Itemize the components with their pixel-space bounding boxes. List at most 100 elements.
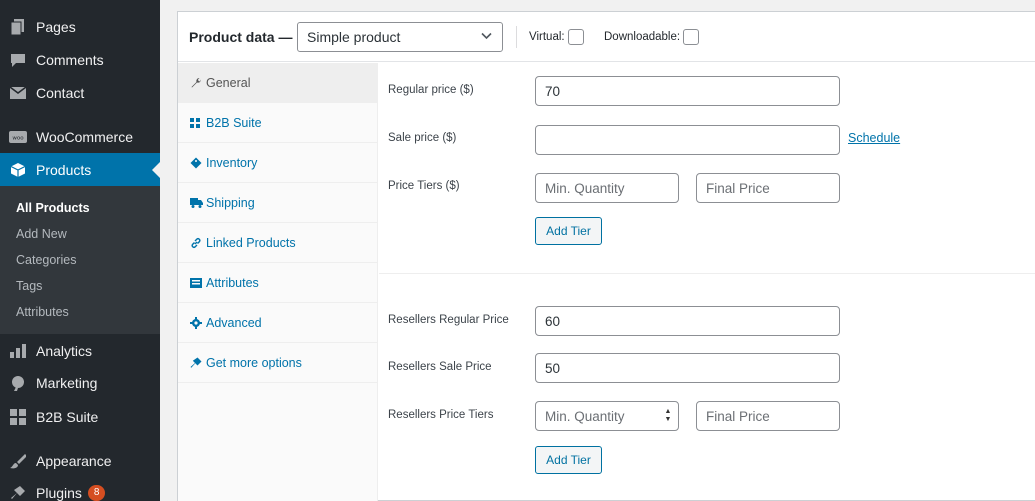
min-quantity-placeholder: Min. Quantity <box>545 180 625 196</box>
submenu-categories[interactable]: Categories <box>16 253 76 267</box>
brush-icon <box>0 453 36 469</box>
resellers-final-price-input[interactable]: Final Price <box>696 401 840 431</box>
link-icon <box>178 237 206 249</box>
submenu-all-products[interactable]: All Products <box>16 201 90 215</box>
sidebar-item-comments[interactable]: Comments <box>0 43 160 77</box>
sidebar-item-marketing[interactable]: Marketing <box>0 366 160 400</box>
sidebar-item-plugins[interactable]: Plugins 8 <box>0 476 160 501</box>
resellers-sale-price-label: Resellers Sale Price <box>388 361 492 373</box>
tab-label: Get more options <box>206 355 302 370</box>
plug-icon <box>178 357 206 369</box>
box-icon <box>0 162 36 178</box>
sale-price-input[interactable] <box>535 125 840 155</box>
resellers-add-tier-label: Add Tier <box>546 453 591 467</box>
resellers-add-tier-button[interactable]: Add Tier <box>535 446 602 474</box>
add-tier-label: Add Tier <box>546 224 591 238</box>
sidebar-item-contact[interactable]: Contact <box>0 76 160 110</box>
wrench-icon <box>178 77 206 89</box>
tab-inventory[interactable]: Inventory <box>178 143 378 183</box>
resellers-regular-price-value: 60 <box>545 313 561 329</box>
resellers-regular-price-input[interactable]: 60 <box>535 306 840 336</box>
tab-label: Advanced <box>206 315 262 330</box>
admin-sidebar: Pages Comments Contact woo WooCommerce P… <box>0 0 160 501</box>
sidebar-item-label: WooCommerce <box>36 129 133 145</box>
products-submenu: All Products Add New Categories Tags Att… <box>0 186 160 334</box>
regular-price-label: Regular price ($) <box>388 84 474 96</box>
tab-general[interactable]: General <box>178 63 378 103</box>
truck-icon <box>178 197 206 208</box>
tab-label: B2B Suite <box>206 115 262 130</box>
product-data-metabox: Product data — Simple product Virtual: D… <box>177 11 1035 501</box>
tag-icon <box>178 157 206 169</box>
tab-attributes[interactable]: Attributes <box>178 263 378 303</box>
resellers-sale-price-input[interactable]: 50 <box>535 353 840 383</box>
sidebar-item-analytics[interactable]: Analytics <box>0 334 160 368</box>
downloadable-label: Downloadable: <box>604 31 681 43</box>
virtual-checkbox[interactable] <box>567 29 584 45</box>
resellers-final-price-placeholder: Final Price <box>706 408 770 424</box>
quantity-stepper[interactable]: ▲ ▼ <box>664 408 672 424</box>
add-tier-button[interactable]: Add Tier <box>535 217 602 245</box>
product-data-title: Product data — <box>189 28 293 45</box>
tab-label: Shipping <box>206 195 255 210</box>
product-type-select[interactable]: Simple product <box>297 22 503 52</box>
megaphone-icon <box>0 375 36 391</box>
tab-label: Attributes <box>206 275 259 290</box>
grid-icon <box>178 117 206 128</box>
sidebar-item-woocommerce[interactable]: woo WooCommerce <box>0 120 160 154</box>
resellers-price-tiers-label: Resellers Price Tiers <box>388 409 494 421</box>
downloadable-option[interactable]: Downloadable: <box>604 29 700 45</box>
sidebar-item-label: B2B Suite <box>36 409 99 425</box>
bar-chart-icon <box>0 344 36 358</box>
tab-label: Inventory <box>206 155 258 170</box>
regular-price-input[interactable]: 70 <box>535 76 840 106</box>
regular-price-value: 70 <box>545 83 561 99</box>
gear-icon <box>178 316 206 329</box>
mail-icon <box>0 87 36 99</box>
sidebar-item-label: Marketing <box>36 375 98 391</box>
final-price-input[interactable]: Final Price <box>696 173 840 203</box>
sidebar-item-label: Pages <box>36 19 76 35</box>
sidebar-item-b2b-suite[interactable]: B2B Suite <box>0 400 160 434</box>
resellers-regular-price-label: Resellers Regular Price <box>388 314 509 326</box>
tab-linked-products[interactable]: Linked Products <box>178 223 378 263</box>
plugins-update-badge: 8 <box>87 485 106 501</box>
comments-icon <box>0 53 36 68</box>
section-divider <box>379 273 1035 274</box>
svg-text:woo: woo <box>12 136 24 142</box>
sidebar-item-appearance[interactable]: Appearance <box>0 444 160 478</box>
min-quantity-input[interactable]: Min. Quantity <box>535 173 679 203</box>
schedule-link[interactable]: Schedule <box>848 131 900 145</box>
plug-icon <box>0 485 36 501</box>
product-type-value: Simple product <box>307 29 401 45</box>
list-icon <box>178 277 206 288</box>
sidebar-item-pages[interactable]: Pages <box>0 10 160 44</box>
grid-icon <box>0 409 36 425</box>
submenu-add-new[interactable]: Add New <box>16 227 67 241</box>
product-data-header: Product data — Simple product Virtual: D… <box>178 12 1035 62</box>
sale-price-label: Sale price ($) <box>388 132 457 144</box>
resellers-min-quantity-input[interactable]: Min. Quantity ▲ ▼ <box>535 401 679 431</box>
tab-b2b-suite[interactable]: B2B Suite <box>178 103 378 143</box>
header-separator <box>516 26 517 48</box>
virtual-label: Virtual: <box>529 31 565 43</box>
wp-admin-screen: Pages Comments Contact woo WooCommerce P… <box>0 0 1035 501</box>
sidebar-item-label: Products <box>36 162 92 178</box>
tab-get-more-options[interactable]: Get more options <box>178 343 378 383</box>
virtual-option[interactable]: Virtual: <box>529 29 584 45</box>
tab-label: General <box>206 75 251 90</box>
downloadable-checkbox[interactable] <box>683 29 700 45</box>
submenu-attributes[interactable]: Attributes <box>16 305 69 319</box>
sidebar-item-label: Plugins <box>36 485 82 501</box>
sidebar-item-label: Comments <box>36 52 104 68</box>
final-price-placeholder: Final Price <box>706 180 770 196</box>
product-data-tabs: General B2B Suite Inventory Shipping Lin… <box>178 63 378 501</box>
sidebar-item-label: Analytics <box>36 343 93 359</box>
sidebar-item-products[interactable]: Products <box>0 153 160 187</box>
sidebar-item-label: Appearance <box>36 453 112 469</box>
submenu-tags[interactable]: Tags <box>16 279 42 293</box>
tab-advanced[interactable]: Advanced <box>178 303 378 343</box>
tab-shipping[interactable]: Shipping <box>178 183 378 223</box>
woo-icon: woo <box>0 131 36 143</box>
sidebar-item-label: Contact <box>36 85 85 101</box>
